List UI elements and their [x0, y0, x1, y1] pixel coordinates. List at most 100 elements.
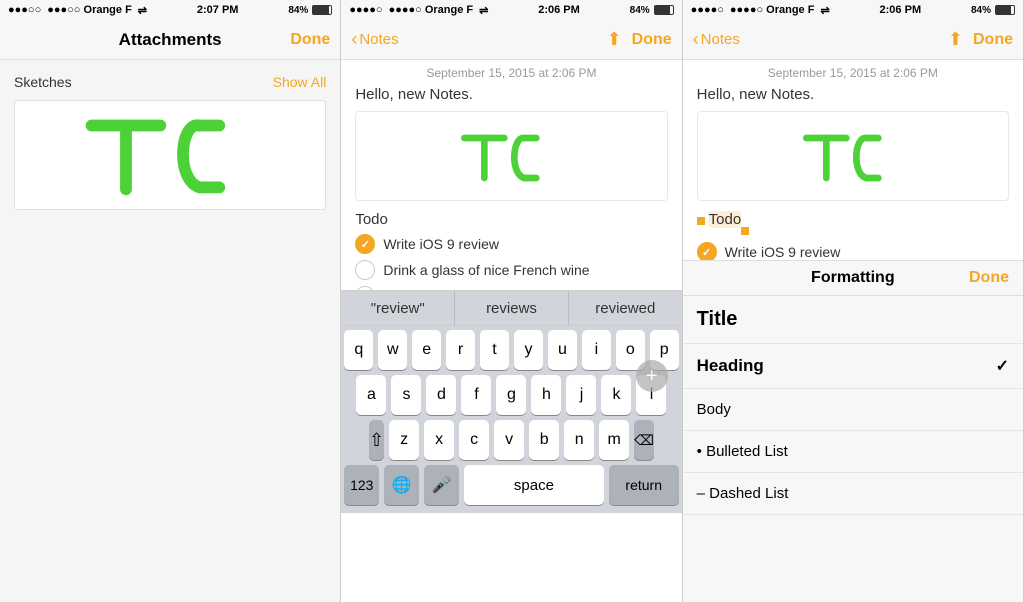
format-label-dashed: – Dashed List: [697, 485, 789, 502]
format-item-bulleted[interactable]: • Bulleted List: [683, 431, 1023, 473]
key-a[interactable]: a: [356, 375, 386, 415]
autocomplete-0[interactable]: "review": [341, 291, 455, 325]
format-label-heading: Heading: [697, 356, 764, 376]
return-key[interactable]: return: [609, 465, 679, 505]
globe-key[interactable]: 🌐: [384, 465, 419, 505]
key-b[interactable]: b: [529, 420, 559, 460]
wifi-2: ⇌: [479, 4, 488, 17]
battery-area-2: 84%: [630, 5, 674, 16]
inline-sketch-2: [355, 111, 667, 201]
time-1: 2:07 PM: [197, 4, 239, 16]
sketches-label: Sketches: [14, 74, 72, 90]
format-item-heading[interactable]: Heading ✓: [683, 344, 1023, 389]
note-date-3: September 15, 2015 at 2:06 PM: [697, 66, 1009, 80]
show-all-button[interactable]: Show All: [273, 74, 327, 90]
key-row-3: ⇧ z x c v b n m ⌫: [344, 420, 678, 460]
todo-text-3-0: Write iOS 9 review: [725, 244, 841, 260]
battery-icon-3: [995, 5, 1015, 15]
battery-percent-2: 84%: [630, 5, 650, 16]
todo-text-2-1: Drink a glass of nice French wine: [383, 262, 589, 278]
autocomplete-1[interactable]: reviews: [455, 291, 569, 325]
notes-formatting-panel: ●●●●○ ●●●●○ Orange F ⇌ 2:06 PM 84% ‹ Not…: [683, 0, 1024, 602]
time-3: 2:06 PM: [880, 4, 922, 16]
key-m[interactable]: m: [599, 420, 629, 460]
inline-sketch-svg-2: [451, 116, 571, 196]
note-date-2: September 15, 2015 at 2:06 PM: [355, 66, 667, 80]
key-s[interactable]: s: [391, 375, 421, 415]
key-t[interactable]: t: [480, 330, 509, 370]
note-content-3[interactable]: September 15, 2015 at 2:06 PM Hello, new…: [683, 60, 1023, 260]
format-label-title: Title: [697, 308, 738, 331]
back-label-2: Notes: [359, 31, 398, 48]
signal-dots-2: ●●●●○: [349, 4, 382, 16]
sketch-svg-1: [15, 101, 325, 209]
done-button-3[interactable]: Done: [973, 31, 1013, 49]
done-button-2[interactable]: Done: [632, 31, 672, 49]
key-r[interactable]: r: [446, 330, 475, 370]
mic-key[interactable]: 🎤: [424, 465, 459, 505]
add-fab-button[interactable]: +: [636, 360, 668, 392]
key-k[interactable]: k: [601, 375, 631, 415]
key-v[interactable]: v: [494, 420, 524, 460]
status-bar-2: ●●●●○ ●●●●○ Orange F ⇌ 2:06 PM 84%: [341, 0, 681, 20]
sketches-section: Sketches Show All: [0, 64, 340, 94]
format-label-body: Body: [697, 401, 731, 418]
format-item-title[interactable]: Title: [683, 296, 1023, 344]
back-button-3[interactable]: ‹ Notes: [693, 29, 740, 50]
signal-dots-3: ●●●●○: [691, 4, 724, 16]
delete-key[interactable]: ⌫: [634, 420, 654, 460]
battery-percent-1: 84%: [288, 5, 308, 16]
inline-sketch-svg-3: [793, 121, 913, 191]
key-h[interactable]: h: [531, 375, 561, 415]
chevron-left-icon-3: ‹: [693, 29, 699, 50]
todo-checkbox-3-0[interactable]: [697, 242, 717, 260]
key-f[interactable]: f: [461, 375, 491, 415]
todo-text-2-0: Write iOS 9 review: [383, 236, 499, 252]
done-button-1[interactable]: Done: [290, 31, 330, 49]
format-label-bulleted: • Bulleted List: [697, 443, 788, 460]
format-item-dashed[interactable]: – Dashed List: [683, 473, 1023, 515]
todo-checkbox-2-0[interactable]: [355, 234, 375, 254]
key-c[interactable]: c: [459, 420, 489, 460]
todo-heading-3: Todo: [709, 211, 742, 228]
key-x[interactable]: x: [424, 420, 454, 460]
todo-item-3-0: Write iOS 9 review: [697, 242, 1009, 260]
note-content-2[interactable]: September 15, 2015 at 2:06 PM Hello, new…: [341, 60, 681, 290]
carrier-1: ●●●○○ ●●●○○ Orange F ⇌: [8, 4, 147, 17]
nav-bar-1: Attachments Done: [0, 20, 340, 60]
todo-item-2-1: Drink a glass of nice French wine: [355, 260, 667, 280]
todo-checkbox-2-1[interactable]: [355, 260, 375, 280]
carrier-text-2: ●●●●○ Orange F: [389, 4, 474, 16]
back-label-3: Notes: [701, 31, 740, 48]
carrier-2: ●●●●○ ●●●●○ Orange F ⇌: [349, 4, 488, 17]
key-e[interactable]: e: [412, 330, 441, 370]
nav-actions-2: ⬆ Done: [607, 29, 672, 50]
numbers-key[interactable]: 123: [344, 465, 379, 505]
status-bar-3: ●●●●○ ●●●●○ Orange F ⇌ 2:06 PM 84%: [683, 0, 1023, 20]
formatting-panel: Formatting Done Title Heading ✓ Body • B…: [683, 260, 1023, 602]
formatting-done-button[interactable]: Done: [905, 269, 1009, 287]
key-g[interactable]: g: [496, 375, 526, 415]
inline-sketch-3: [697, 111, 1009, 201]
key-y[interactable]: y: [514, 330, 543, 370]
battery-icon-2: [654, 5, 674, 15]
share-icon-2[interactable]: ⬆: [607, 29, 622, 50]
key-n[interactable]: n: [564, 420, 594, 460]
format-item-body[interactable]: Body: [683, 389, 1023, 431]
back-button-2[interactable]: ‹ Notes: [351, 29, 398, 50]
key-u[interactable]: u: [548, 330, 577, 370]
space-key[interactable]: space: [464, 465, 604, 505]
signal-dots-1: ●●●○○: [8, 4, 41, 16]
key-z[interactable]: z: [389, 420, 419, 460]
key-j[interactable]: j: [566, 375, 596, 415]
shift-key[interactable]: ⇧: [369, 420, 384, 460]
key-d[interactable]: d: [426, 375, 456, 415]
key-w[interactable]: w: [378, 330, 407, 370]
key-q[interactable]: q: [344, 330, 373, 370]
nav-bar-3: ‹ Notes ⬆ Done: [683, 20, 1023, 60]
share-icon-3[interactable]: ⬆: [948, 29, 963, 50]
key-i[interactable]: i: [582, 330, 611, 370]
autocomplete-2[interactable]: reviewed: [569, 291, 682, 325]
nav-actions-3: ⬆ Done: [948, 29, 1013, 50]
notes-keyboard-panel: ●●●●○ ●●●●○ Orange F ⇌ 2:06 PM 84% ‹ Not…: [341, 0, 682, 602]
